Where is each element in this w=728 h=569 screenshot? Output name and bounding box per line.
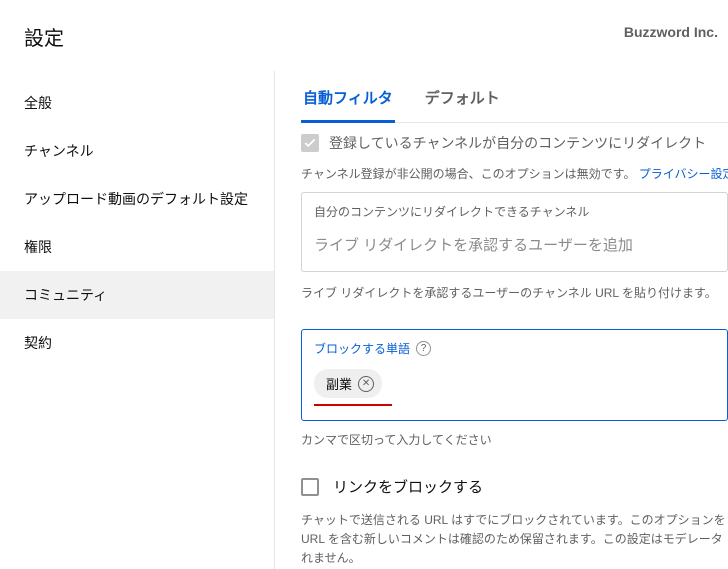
sidebar-item-agreements[interactable]: 契約: [0, 319, 274, 367]
redirect-box-placeholder: ライブ リダイレクトを承認するユーザーを追加: [314, 234, 715, 255]
help-icon[interactable]: ?: [416, 341, 431, 356]
blocked-word-chip: 副業 ✕: [314, 369, 382, 398]
checkbox-block-links-label: リンクをブロックする: [333, 476, 483, 497]
brand-label: Buzzword Inc.: [624, 22, 718, 40]
redirect-box-helper: ライブ リダイレクトを承認するユーザーのチャンネル URL を貼り付けます。: [301, 284, 728, 301]
tab-default[interactable]: デフォルト: [423, 79, 502, 122]
sidebar: 全般 チャンネル アップロード動画のデフォルト設定 権限 コミュニティ 契約: [0, 71, 275, 569]
chip-remove-icon[interactable]: ✕: [358, 376, 374, 392]
tabs: 自動フィルタ デフォルト: [301, 79, 728, 123]
redirect-helper: チャンネル登録が非公開の場合、このオプションは無効です。 プライバシー設定: [301, 165, 728, 182]
checkbox-block-links[interactable]: [301, 478, 319, 496]
tab-auto-filter[interactable]: 自動フィルタ: [301, 79, 395, 123]
check-icon: [303, 136, 317, 150]
chip-label: 副業: [326, 374, 352, 393]
spellcheck-underline: [314, 404, 392, 406]
blocked-words-helper: カンマで区切って入力してください: [301, 431, 728, 448]
sidebar-item-community[interactable]: コミュニティ: [0, 271, 274, 319]
main-panel: 自動フィルタ デフォルト 登録しているチャンネルが自分のコンテンツにリダイレクト…: [275, 71, 728, 569]
redirect-box-label: 自分のコンテンツにリダイレクトできるチャンネル: [314, 203, 715, 220]
privacy-settings-link[interactable]: プライバシー設定: [639, 167, 728, 181]
sidebar-item-channel[interactable]: チャンネル: [0, 127, 274, 175]
sidebar-item-permissions[interactable]: 権限: [0, 223, 274, 271]
redirect-channels-box[interactable]: 自分のコンテンツにリダイレクトできるチャンネル ライブ リダイレクトを承認するユ…: [301, 192, 728, 272]
sidebar-item-general[interactable]: 全般: [0, 79, 274, 127]
page-title: 設定: [24, 22, 64, 51]
blocked-words-title: ブロックする単語: [314, 340, 410, 357]
blocked-words-box[interactable]: ブロックする単語 ? 副業 ✕: [301, 329, 728, 421]
checkbox-redirect-label: 登録しているチャンネルが自分のコンテンツにリダイレクト: [329, 133, 706, 153]
checkbox-redirect[interactable]: [301, 134, 319, 152]
sidebar-item-upload-defaults[interactable]: アップロード動画のデフォルト設定: [0, 175, 274, 223]
